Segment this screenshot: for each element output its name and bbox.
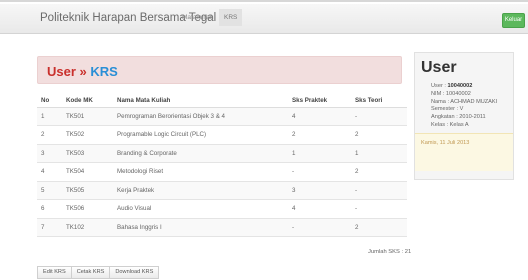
user-panel: User User : 10040002 NIM : 10040002 Nama… bbox=[414, 52, 514, 180]
current-date: Kamis, 11 Juli 2013 bbox=[415, 133, 513, 171]
cell-kode: TK102 bbox=[62, 217, 113, 237]
cell-sks-teori: 2 bbox=[351, 217, 407, 237]
cell-nama: Kerja Praktek bbox=[113, 180, 288, 200]
download-krs-button[interactable]: Download KRS bbox=[109, 266, 160, 279]
table-row: 3 TK503 Branding & Corporate 1 1 bbox=[37, 143, 407, 163]
header-no: No bbox=[37, 95, 62, 108]
cell-no: 1 bbox=[37, 106, 62, 126]
table-row: 7 TK102 Bahasa Inggris I - 2 bbox=[37, 217, 407, 237]
table-row: 5 TK505 Kerja Praktek 3 - bbox=[37, 180, 407, 200]
nim-line: NIM : 10040002 bbox=[431, 90, 471, 97]
top-border bbox=[0, 0, 528, 2]
cell-sks-teori: - bbox=[351, 199, 407, 218]
cell-sks-praktek: 1 bbox=[288, 143, 351, 163]
user-panel-title: User bbox=[421, 59, 457, 76]
breadcrumb: User » KRS bbox=[47, 64, 118, 79]
user-id: 10040002 bbox=[447, 83, 473, 89]
user-info: User : 10040002 NIM : 10040002 Nama : AC… bbox=[431, 83, 497, 130]
cell-no: 3 bbox=[37, 143, 62, 163]
cell-nama: Bahasa Inggris I bbox=[113, 217, 288, 237]
cell-kode: TK501 bbox=[62, 106, 113, 126]
angkatan-line: Angkatan : 2010-2011 bbox=[431, 114, 486, 121]
cell-sks-praktek: 2 bbox=[288, 125, 351, 144]
header-sks-teori: Sks Teori bbox=[351, 95, 407, 108]
cell-sks-teori: 2 bbox=[351, 125, 407, 144]
total-sks: Jumlah SKS : 21 bbox=[368, 249, 412, 255]
logout-button[interactable]: Keluar bbox=[502, 13, 525, 28]
cell-sks-praktek: 4 bbox=[288, 106, 351, 126]
breadcrumb-current: KRS bbox=[90, 64, 118, 79]
edit-krs-button[interactable]: Edit KRS bbox=[37, 266, 72, 279]
cell-sks-teori: - bbox=[351, 180, 407, 200]
breadcrumb-root: User bbox=[47, 64, 76, 79]
nav-krs[interactable]: KRS bbox=[219, 9, 243, 26]
nama-line: Nama : ACHMAD MUZAKI bbox=[431, 98, 498, 105]
kelas-line: Kelas : Kelas A bbox=[431, 121, 469, 128]
cell-nama: Pemrograman Berorientasi Objek 3 & 4 bbox=[113, 106, 288, 126]
table-row: 6 TK506 Audio Visual 4 - bbox=[37, 199, 407, 218]
cell-kode: TK503 bbox=[62, 143, 113, 163]
cell-nama: Audio Visual bbox=[113, 199, 288, 218]
table-header-row: No Kode MK Nama Mata Kuliah Sks Praktek … bbox=[37, 95, 407, 108]
table-row: 2 TK502 Programable Logic Circuit (PLC) … bbox=[37, 125, 407, 144]
cell-sks-teori: 1 bbox=[351, 143, 407, 163]
cell-no: 5 bbox=[37, 180, 62, 200]
cell-sks-teori: 2 bbox=[351, 162, 407, 181]
page-header: User » KRS bbox=[37, 56, 402, 84]
top-navbar: Politeknik Harapan Bersama Tegal Matakul… bbox=[0, 4, 528, 34]
header-kode-mk: Kode MK bbox=[62, 95, 113, 108]
cell-kode: TK504 bbox=[62, 162, 113, 181]
cell-sks-praktek: - bbox=[288, 217, 351, 237]
user-label: User : bbox=[431, 83, 448, 89]
cell-no: 7 bbox=[37, 217, 62, 237]
user-id-line: User : 10040002 bbox=[431, 83, 497, 91]
cell-sks-praktek: 4 bbox=[288, 199, 351, 218]
header-sks-praktek: Sks Praktek bbox=[288, 95, 351, 108]
cell-no: 2 bbox=[37, 125, 62, 144]
cell-kode: TK502 bbox=[62, 125, 113, 144]
cell-sks-praktek: 3 bbox=[288, 180, 351, 200]
cell-nama: Programable Logic Circuit (PLC) bbox=[113, 125, 288, 144]
semester-line: Semester : V bbox=[431, 106, 464, 113]
krs-table: No Kode MK Nama Mata Kuliah Sks Praktek … bbox=[37, 95, 407, 237]
cell-nama: Metodologi Riset bbox=[113, 162, 288, 181]
cell-sks-praktek: - bbox=[288, 162, 351, 181]
breadcrumb-separator: » bbox=[79, 64, 87, 79]
cell-no: 4 bbox=[37, 162, 62, 181]
table-row: 1 TK501 Pemrograman Berorientasi Objek 3… bbox=[37, 106, 407, 126]
cetak-krs-button[interactable]: Cetak KRS bbox=[70, 266, 111, 279]
cell-nama: Branding & Corporate bbox=[113, 143, 288, 163]
cell-no: 6 bbox=[37, 199, 62, 218]
cell-kode: TK506 bbox=[62, 199, 113, 218]
header-nama-mk: Nama Mata Kuliah bbox=[113, 95, 288, 108]
cell-sks-teori: - bbox=[351, 106, 407, 126]
krs-actions: Edit KRS Cetak KRS Download KRS bbox=[37, 266, 160, 279]
nav-matakuliah[interactable]: Matakuliah bbox=[182, 14, 213, 21]
table-row: 4 TK504 Metodologi Riset - 2 bbox=[37, 162, 407, 181]
cell-kode: TK505 bbox=[62, 180, 113, 200]
